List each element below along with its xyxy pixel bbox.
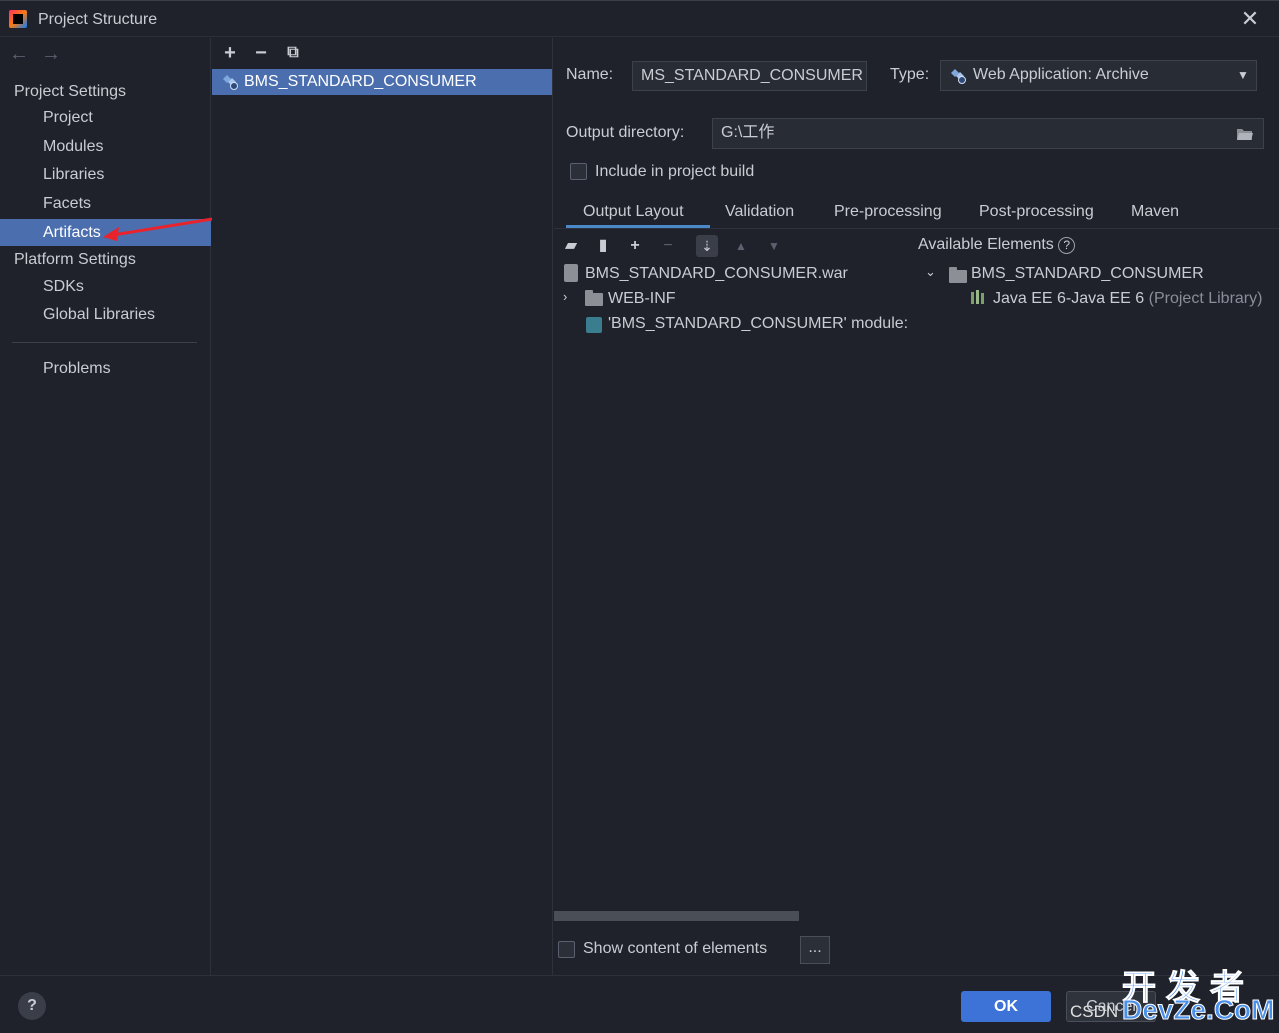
show-content-checkbox[interactable]	[558, 941, 575, 958]
include-in-build-label: Include in project build	[595, 163, 755, 180]
sidebar-item-problems[interactable]: Problems	[0, 355, 211, 382]
library-icon	[971, 290, 984, 304]
folder-open-icon[interactable]	[1236, 127, 1254, 141]
artifact-name-label: BMS_STANDARD_CONSUMER	[244, 73, 477, 90]
horizontal-scrollbar[interactable]	[554, 911, 799, 921]
layout-tree-web-inf[interactable]: WEB-INF	[608, 290, 676, 308]
tab-maven[interactable]: Maven	[1131, 203, 1179, 221]
watermark: CSDN 开发者 DevZe.CoM	[1070, 960, 1275, 1030]
library-name: Java EE 6-Java EE 6	[993, 290, 1145, 307]
available-elements-text: Available Elements	[918, 236, 1054, 253]
show-content-label: Show content of elements	[583, 940, 768, 957]
title-bar: Project Structure ✕	[0, 0, 1279, 37]
remove-artifact-button[interactable]: −	[251, 43, 271, 63]
war-archive-icon	[564, 264, 578, 282]
help-button[interactable]: ?	[18, 992, 46, 1020]
sidebar-item-global-libraries[interactable]: Global Libraries	[0, 301, 211, 328]
artifact-list-item[interactable]: BMS_STANDARD_CONSUMER	[212, 69, 552, 95]
name-field[interactable]	[632, 61, 867, 91]
chevron-down-icon: ▼	[1237, 68, 1249, 82]
more-options-button[interactable]: ...	[800, 936, 830, 964]
artifacts-list-panel: + − ⧉ BMS_STANDARD_CONSUMER	[212, 38, 553, 975]
tabs-divider	[554, 228, 1279, 229]
output-directory-field[interactable]: G:\工作	[712, 118, 1264, 149]
help-circle-icon[interactable]: ?	[1058, 237, 1076, 254]
create-archive-icon[interactable]: ▮	[592, 235, 614, 257]
expand-chevron-icon[interactable]: ›	[563, 289, 567, 304]
web-application-icon	[951, 69, 966, 84]
library-suffix: (Project Library)	[1148, 290, 1263, 307]
artifact-details-panel: Name: Type: Web Application: Archive ▼ O…	[554, 38, 1279, 975]
type-dropdown-value: Web Application: Archive	[973, 66, 1149, 83]
watermark-en: DevZe.CoM	[1121, 994, 1275, 1026]
window-title: Project Structure	[38, 11, 158, 28]
move-up-icon[interactable]: ▲	[730, 235, 752, 257]
folder-icon	[585, 290, 603, 306]
remove-element-icon[interactable]: −	[657, 235, 679, 257]
output-directory-value: G:\工作	[721, 124, 775, 141]
sidebar-item-modules[interactable]: Modules	[0, 133, 211, 160]
output-directory-label: Output directory:	[566, 124, 685, 141]
available-library[interactable]: Java EE 6-Java EE 6 (Project Library)	[993, 290, 1262, 308]
tab-output-layout[interactable]: Output Layout	[583, 203, 684, 221]
move-down-icon[interactable]: ▼	[763, 235, 785, 257]
layout-tree-root[interactable]: BMS_STANDARD_CONSUMER.war	[585, 265, 848, 283]
section-platform-settings: Platform Settings	[14, 251, 136, 268]
tab-pre-processing[interactable]: Pre-processing	[834, 203, 942, 221]
copy-artifact-button[interactable]: ⧉	[283, 43, 303, 63]
tab-validation[interactable]: Validation	[725, 203, 794, 221]
add-artifact-button[interactable]: +	[220, 43, 240, 63]
create-directory-icon[interactable]: ▰	[560, 235, 582, 257]
sidebar-divider	[12, 342, 197, 343]
web-artifact-icon	[223, 75, 238, 90]
available-module[interactable]: BMS_STANDARD_CONSUMER	[971, 265, 1204, 283]
back-arrow-icon[interactable]: ←	[9, 44, 29, 64]
tab-post-processing[interactable]: Post-processing	[979, 203, 1094, 221]
sort-elements-icon[interactable]: ⇣	[696, 235, 718, 257]
module-folder-icon	[949, 267, 967, 283]
layout-tree-module[interactable]: 'BMS_STANDARD_CONSUMER' module:	[608, 315, 908, 333]
ok-button[interactable]: OK	[961, 991, 1051, 1022]
add-copy-of-icon[interactable]: +	[624, 235, 646, 257]
forward-arrow-icon[interactable]: →	[41, 44, 61, 64]
intellij-logo-icon	[9, 10, 27, 28]
watermark-csdn: CSDN	[1070, 1002, 1119, 1021]
settings-sidebar: ← → Project Settings Project Modules Lib…	[0, 38, 211, 975]
sidebar-item-sdks[interactable]: SDKs	[0, 273, 211, 300]
available-elements-label: Available Elements ?	[918, 236, 1076, 254]
close-icon[interactable]: ✕	[1238, 7, 1262, 31]
sidebar-item-libraries[interactable]: Libraries	[0, 161, 211, 188]
name-label: Name:	[566, 66, 614, 83]
type-dropdown[interactable]: Web Application: Archive ▼	[940, 60, 1257, 91]
section-project-settings: Project Settings	[14, 83, 127, 100]
sidebar-item-project[interactable]: Project	[0, 104, 211, 131]
include-in-build-checkbox[interactable]	[570, 163, 587, 180]
module-output-icon	[586, 317, 602, 333]
collapse-chevron-icon[interactable]: ⌄	[925, 264, 936, 280]
type-label: Type:	[890, 66, 930, 83]
